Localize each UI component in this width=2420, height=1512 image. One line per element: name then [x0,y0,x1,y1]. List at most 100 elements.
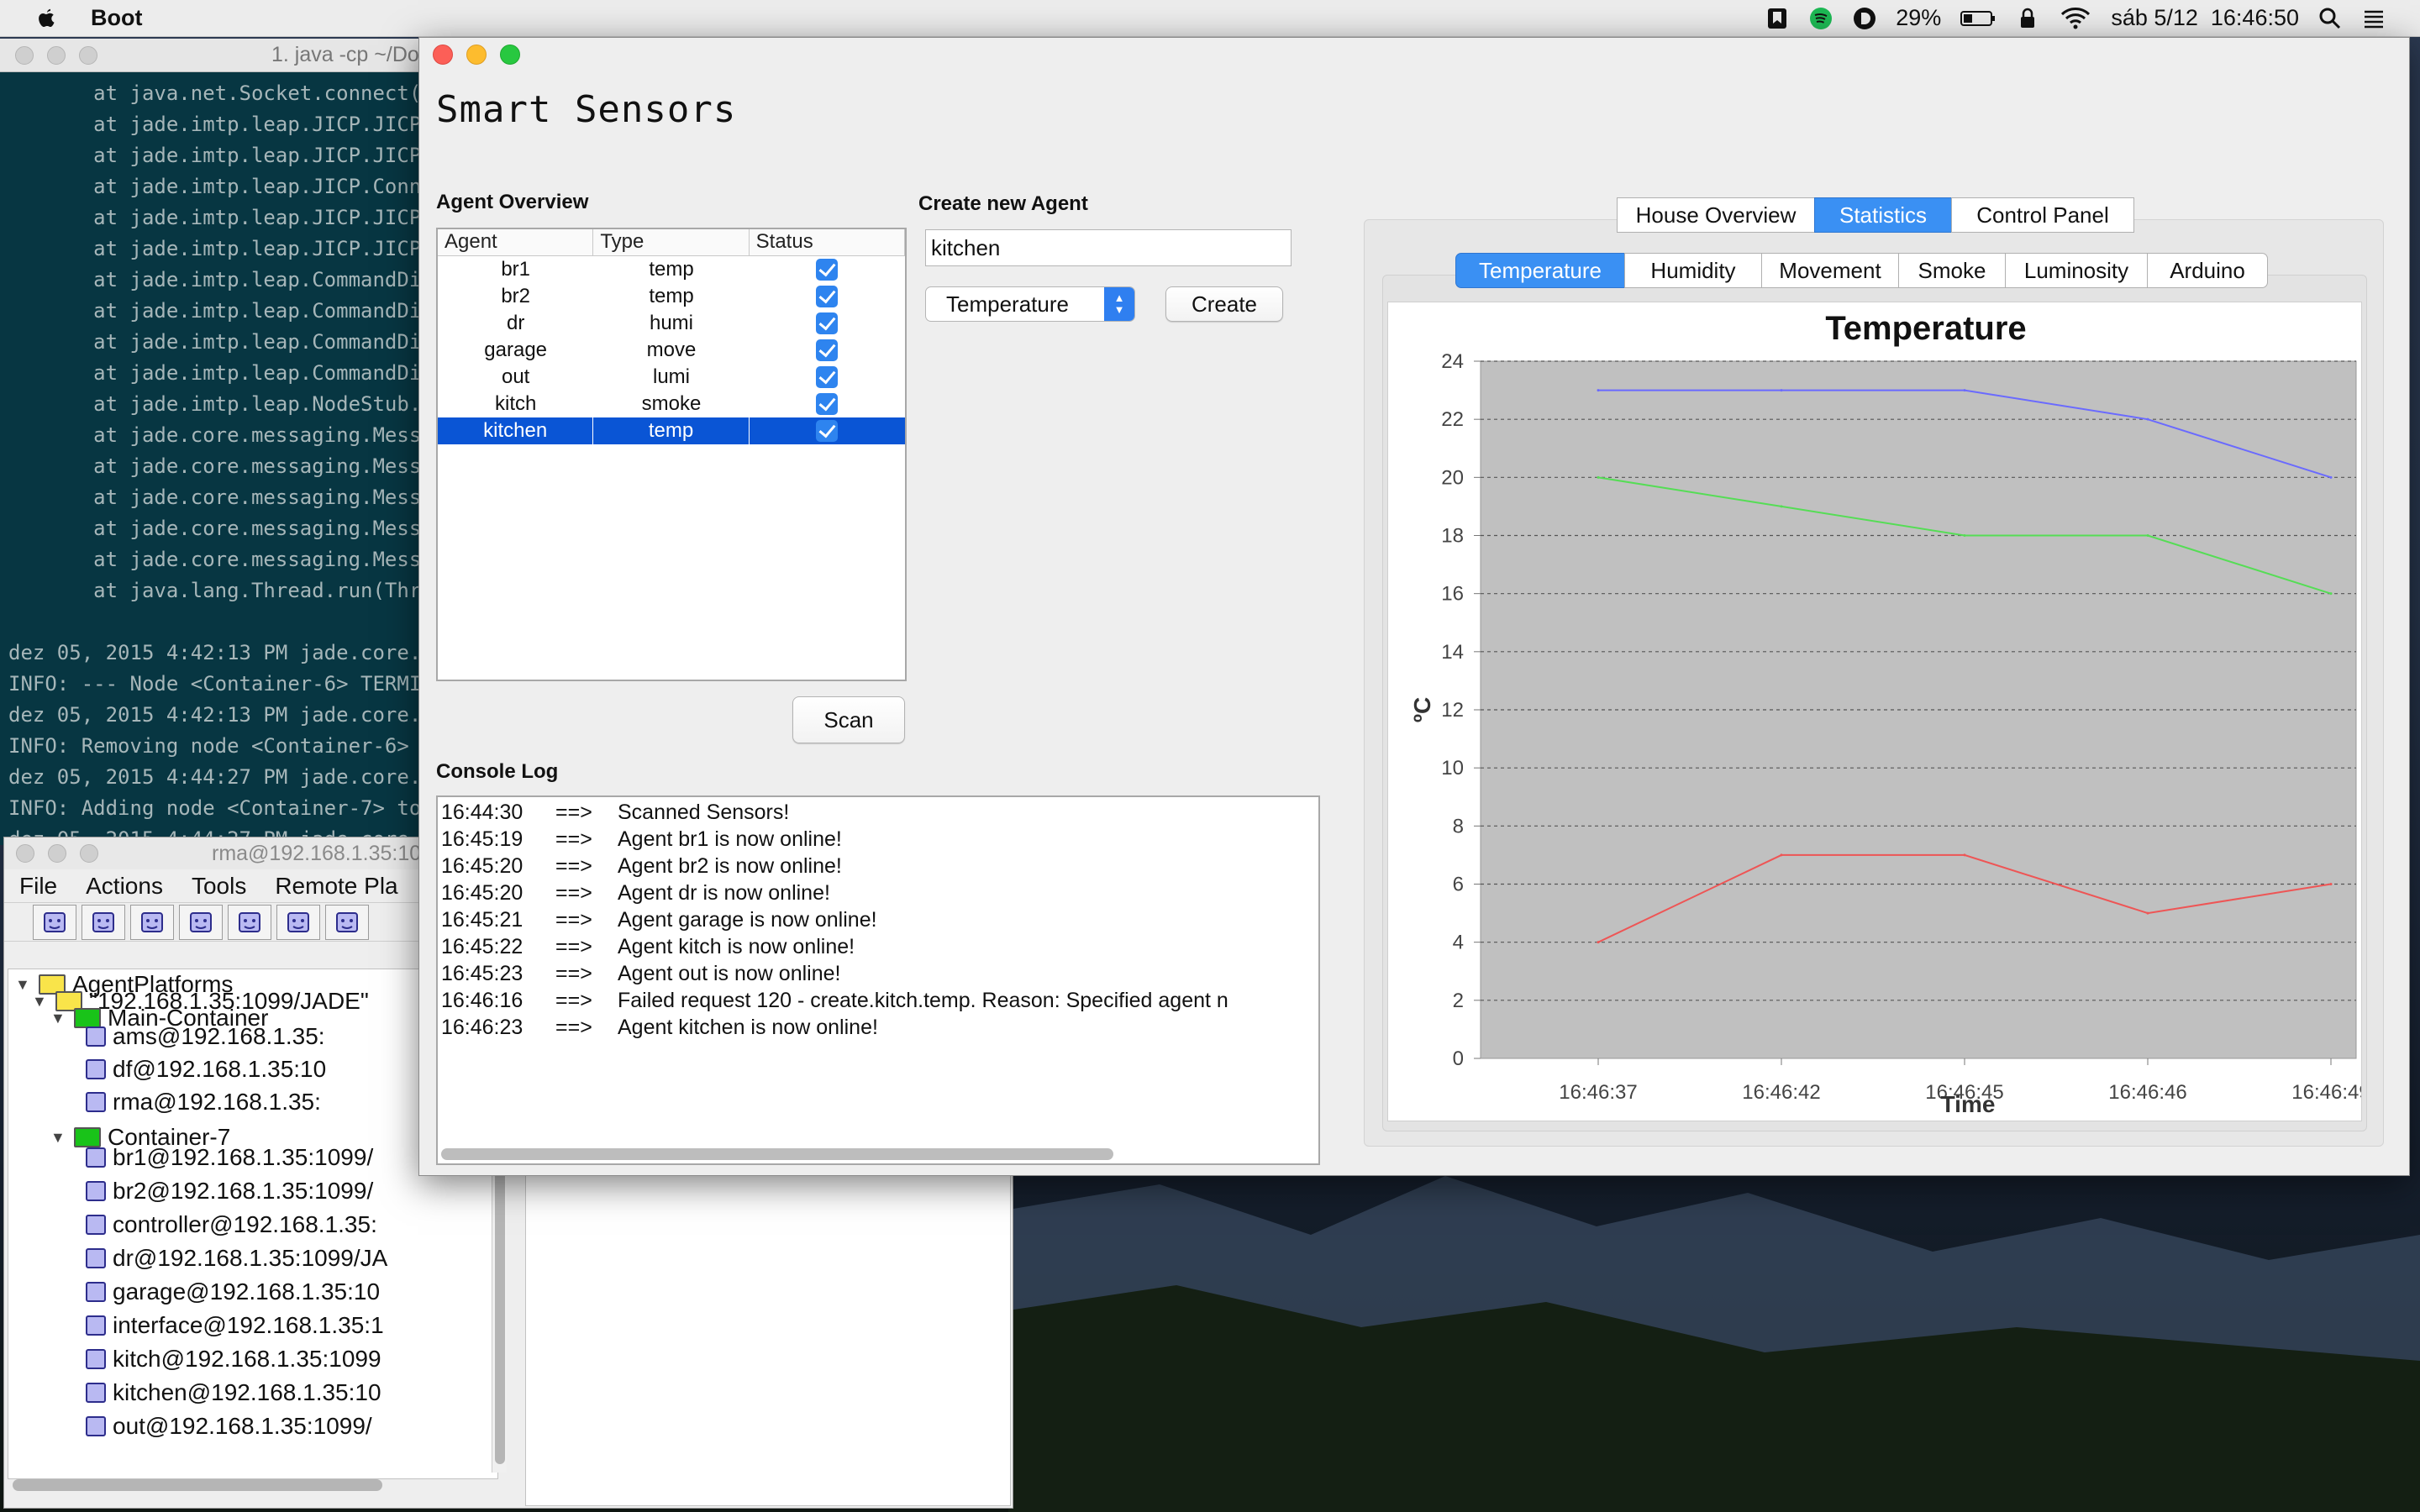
kill-agent-icon[interactable] [82,904,125,940]
tree-agent[interactable]: garage@192.168.1.35:10 [86,1278,380,1305]
y-tick-label: 8 [1453,815,1464,837]
tree-agent[interactable]: dr@192.168.1.35:1099/JA [86,1245,387,1272]
header-agent[interactable]: Agent [438,229,594,256]
chevron-down-icon[interactable]: ▼ [15,976,32,994]
status-checkbox[interactable] [816,366,839,388]
header-status[interactable]: Status [750,229,905,256]
console-horizontal-scrollbar[interactable] [441,1148,1113,1160]
agent-table[interactable]: Agent Type Status br1 temp br2 temp dr humi ga… [436,228,907,681]
tab-house-overview[interactable]: House Overview [1617,197,1815,233]
terminal-window[interactable]: 1. java -cp ~/Documents at java.net.Sock… [0,39,437,845]
tab-statistics[interactable]: Statistics [1814,197,1952,233]
table-row[interactable]: br1 temp [438,256,905,283]
tab-luminosity[interactable]: Luminosity [2005,253,2148,288]
minimize-button[interactable] [48,844,66,863]
battery-icon[interactable] [1960,6,1996,31]
table-row[interactable]: kitch smoke [438,391,905,417]
table-row[interactable]: kitchen temp [438,417,905,444]
terminal-output[interactable]: at java.net.Socket.connect( at jade.imtp… [0,72,437,845]
y-tick-label: 4 [1453,932,1464,954]
agent-icon [86,1092,106,1112]
wifi-icon[interactable] [2059,6,2092,31]
agent-name-input[interactable] [925,229,1292,266]
resume-agent-icon[interactable] [179,904,223,940]
terminal-line: at java.lang.Thread.run(Thr [8,579,422,602]
console-log[interactable]: 16:44:30 ==> Scanned Sensors! 16:45:19 ==> Ag… [436,795,1320,1165]
chart-title: Temperature [1825,310,2026,347]
apple-icon[interactable] [34,6,59,31]
scan-button[interactable]: Scan [792,696,905,743]
new-agent-icon[interactable] [33,904,76,940]
spotify-icon[interactable] [1808,6,1833,31]
minimize-button[interactable] [47,45,66,65]
header-type[interactable]: Type [593,229,750,256]
terminal-line: at jade.core.messaging.Mess [8,423,422,447]
tree-agent[interactable]: kitchen@192.168.1.35:10 [86,1379,381,1406]
status-checkbox[interactable] [816,420,839,442]
tab-movement[interactable]: Movement [1761,253,1899,288]
list-icon[interactable] [2361,6,2386,31]
menu-actions[interactable]: Actions [86,873,163,900]
chevron-down-icon[interactable]: ▼ [50,1010,67,1027]
lock-icon[interactable] [2015,6,2040,31]
tree-label: kitch@192.168.1.35:1099 [113,1346,381,1372]
zoom-button[interactable] [79,45,97,65]
d-icon[interactable] [1852,6,1877,31]
tree-label: garage@192.168.1.35:10 [113,1278,381,1305]
tab-arduino[interactable]: Arduino [2147,253,2268,288]
zoom-button[interactable] [80,844,98,863]
menu-file[interactable]: File [19,873,57,900]
log-message: Agent kitch is now online! [618,935,855,958]
migrate-agent-icon[interactable] [276,904,320,940]
chevron-down-icon[interactable]: ▼ [32,993,49,1011]
search-icon[interactable] [2317,6,2343,31]
tree-agent[interactable]: controller@192.168.1.35: [86,1211,377,1238]
tab-temperature[interactable]: Temperature [1455,253,1625,288]
menu-tools[interactable]: Tools [192,873,246,900]
tree-agent[interactable]: rma@192.168.1.35: [86,1089,321,1116]
app-name[interactable]: Boot [91,5,142,31]
window-titlebar[interactable] [419,38,2409,71]
tab-control-panel[interactable]: Control Panel [1951,197,2134,233]
tree-agent[interactable]: ams@192.168.1.35: [86,1023,325,1050]
status-checkbox[interactable] [816,393,839,415]
tree-agent[interactable]: interface@192.168.1.35:1 [86,1312,384,1339]
clone-agent-icon[interactable] [325,904,369,940]
close-button[interactable] [16,844,34,863]
table-row[interactable]: garage move [438,337,905,364]
tree-agent[interactable]: out@192.168.1.35:1099/ [86,1413,372,1440]
tree-agent[interactable]: df@192.168.1.35:10 [86,1056,326,1083]
data-point [2329,592,2333,596]
y-axis-label: ºC [1409,697,1435,722]
terminal-titlebar[interactable]: 1. java -cp ~/Documents [0,39,437,72]
agent-cell: br1 [501,258,530,281]
sensor-tabs: Temperature Humidity Movement Smoke Luminosi… [1455,253,2268,288]
zoom-button[interactable] [500,45,520,65]
table-row[interactable]: br2 temp [438,283,905,310]
create-button[interactable]: Create [1165,286,1283,322]
agent-icon [86,1282,106,1302]
tree-agent[interactable]: br1@192.168.1.35:1099/ [86,1144,373,1171]
close-button[interactable] [433,45,453,65]
send-message-icon[interactable] [228,904,271,940]
status-checkbox[interactable] [816,312,839,334]
status-checkbox[interactable] [816,259,839,281]
table-row[interactable]: dr humi [438,310,905,337]
menu-remote-platforms[interactable]: Remote Pla [275,873,397,900]
tab-humidity[interactable]: Humidity [1624,253,1762,288]
tree-agent[interactable]: br2@192.168.1.35:1099/ [86,1178,373,1205]
console-line: 16:46:16 ==> Failed request 120 - create.k… [438,987,1318,1014]
chevron-down-icon[interactable]: ▼ [50,1129,67,1147]
tree-horizontal-scrollbar[interactable] [13,1479,492,1493]
suspend-agent-icon[interactable] [130,904,174,940]
tree-agent[interactable]: kitch@192.168.1.35:1099 [86,1346,381,1373]
table-row[interactable]: out lumi [438,364,905,391]
tab-smoke[interactable]: Smoke [1898,253,2006,288]
status-checkbox[interactable] [816,286,839,307]
sensor-type-select[interactable]: Temperature ▲ ▼ [925,286,1135,322]
status-checkbox[interactable] [816,339,839,361]
bookmark-icon[interactable] [1765,6,1790,31]
minimize-button[interactable] [466,45,487,65]
datetime[interactable]: sáb 5/12 16:46:50 [2111,5,2299,31]
close-button[interactable] [15,45,34,65]
